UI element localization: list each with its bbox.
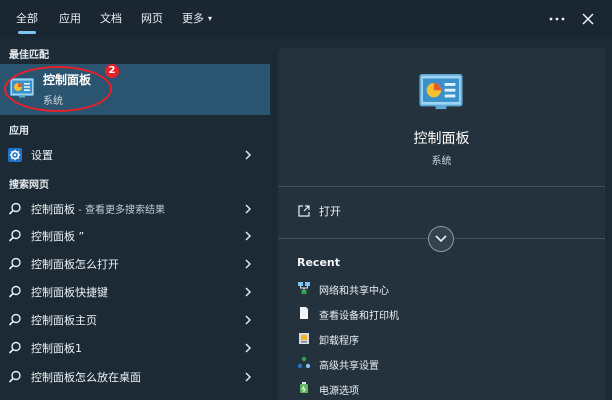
apps-heading: 应用	[9, 126, 29, 137]
web-search-item[interactable]: 控制面板主页	[0, 307, 270, 333]
web-search-suffix: - 查看更多搜索结果	[75, 205, 165, 216]
chevron-right-icon	[245, 315, 252, 325]
search-icon	[8, 229, 21, 242]
web-search-heading: 搜索网页	[9, 180, 49, 191]
web-search-label: 控制面板快捷键	[31, 286, 108, 299]
chevron-right-icon	[245, 231, 252, 241]
open-action-label: 打开	[319, 205, 341, 218]
uninstall-icon	[299, 333, 309, 344]
web-search-item[interactable]: 控制面板怎么打开	[0, 251, 270, 277]
open-action[interactable]: 打开	[278, 196, 605, 226]
open-external-icon	[298, 205, 310, 217]
web-search-label: 控制面板怎么放在桌面	[31, 371, 141, 384]
recent-item-label: 电源选项	[319, 386, 359, 397]
tab-apps[interactable]: 应用	[59, 0, 81, 38]
recent-item-label: 网络和共享中心	[319, 286, 389, 297]
chevron-right-icon	[245, 150, 252, 160]
recent-heading: Recent	[297, 256, 341, 269]
tab-all[interactable]: 全部	[16, 0, 38, 38]
web-search-label: 控制面板1	[31, 342, 82, 355]
annotation-oval	[4, 66, 112, 112]
recent-item-label: 高级共享设置	[319, 361, 379, 372]
search-tabs-bar: 全部 应用 文档 网页 更多 ▾	[0, 0, 612, 38]
sharing-icon	[297, 356, 311, 369]
detail-title: 控制面板	[413, 131, 470, 147]
web-search-label: 控制面板	[31, 203, 75, 216]
more-options-icon[interactable]	[547, 9, 567, 29]
recent-item[interactable]: 查看设备和打印机	[278, 302, 605, 326]
document-icon	[300, 307, 308, 319]
search-icon	[8, 202, 21, 215]
web-search-item[interactable]: 控制面板 ”	[0, 223, 270, 249]
web-search-label: 控制面板怎么打开	[31, 258, 119, 271]
search-icon	[8, 313, 21, 326]
search-icon	[8, 370, 21, 383]
tab-web[interactable]: 网页	[141, 0, 163, 38]
chevron-right-icon	[245, 204, 252, 214]
recent-item[interactable]: 电源选项	[278, 377, 605, 400]
divider	[278, 186, 605, 187]
chevron-right-icon	[245, 259, 252, 269]
chevron-down-icon	[435, 235, 447, 243]
web-search-item[interactable]: 控制面板怎么放在桌面	[0, 364, 270, 390]
app-item-settings[interactable]: 设置	[0, 142, 270, 168]
results-list: 最佳匹配 控制面板 系统 2 应用 设置 搜索网页 控制面板 - 查看更多搜索结…	[0, 38, 270, 400]
tab-more-label: 更多	[182, 12, 204, 25]
web-search-label: 控制面板主页	[31, 314, 97, 327]
expand-button[interactable]	[428, 226, 454, 252]
chevron-right-icon	[245, 372, 252, 382]
network-icon	[298, 282, 310, 294]
settings-gear-icon	[8, 148, 22, 162]
recent-item[interactable]: 卸载程序	[278, 327, 605, 351]
detail-panel: 控制面板 系统 打开 Recent 网络和共享中心 查看设备和打印机 卸载程序	[278, 48, 605, 400]
chevron-right-icon	[245, 343, 252, 353]
web-search-item[interactable]: 控制面板 - 查看更多搜索结果	[0, 196, 270, 222]
recent-item[interactable]: 高级共享设置	[278, 352, 605, 376]
power-icon	[300, 382, 308, 393]
web-search-item[interactable]: 控制面板快捷键	[0, 279, 270, 305]
app-item-label: 设置	[31, 149, 53, 162]
search-icon	[8, 285, 21, 298]
web-search-item[interactable]: 控制面板1	[0, 335, 270, 361]
control-panel-icon	[419, 74, 463, 110]
tab-documents[interactable]: 文档	[100, 0, 122, 38]
chevron-down-icon: ▾	[208, 14, 213, 23]
recent-item-label: 查看设备和打印机	[319, 311, 399, 322]
web-search-label: 控制面板 ”	[31, 230, 85, 243]
recent-item-label: 卸载程序	[319, 336, 359, 347]
tab-more[interactable]: 更多 ▾	[182, 0, 212, 38]
search-icon	[8, 257, 21, 270]
chevron-right-icon	[245, 287, 252, 297]
annotation-number-badge: 2	[105, 64, 119, 78]
close-icon[interactable]	[578, 9, 598, 29]
search-icon	[8, 341, 21, 354]
detail-subtitle: 系统	[431, 156, 452, 167]
best-match-heading: 最佳匹配	[9, 50, 49, 61]
recent-item[interactable]: 网络和共享中心	[278, 277, 605, 301]
